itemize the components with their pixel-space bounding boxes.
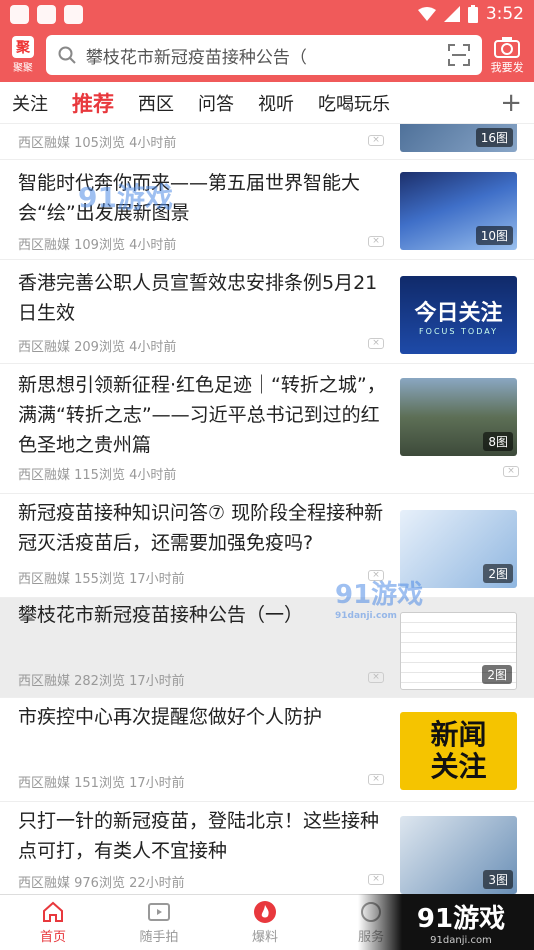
add-channel-icon[interactable]: +	[500, 88, 522, 118]
watermark: 91游戏 91danji.com	[335, 574, 423, 621]
tab-xiqu[interactable]: 西区	[138, 90, 174, 116]
corner-watermark-text: 91游戏	[416, 904, 506, 934]
item-meta: 西区融媒 115浏览 4小时前	[18, 468, 177, 483]
item-meta: 西区融媒 209浏览 4小时前	[18, 340, 177, 355]
wifi-icon	[417, 7, 436, 21]
item-thumbnail: 16图	[400, 124, 517, 152]
dismiss-icon[interactable]: ×	[368, 236, 384, 247]
item-thumbnail: 10图	[400, 172, 517, 250]
item-meta: 西区融媒 282浏览 17小时前	[18, 674, 185, 689]
nav-snapshot[interactable]: 随手拍	[106, 895, 212, 950]
tab-food-fun[interactable]: 吃喝玩乐	[318, 90, 390, 116]
dismiss-icon[interactable]: ×	[368, 672, 384, 683]
notification-icon	[64, 4, 83, 24]
image-count-badge: 16图	[475, 128, 513, 147]
status-bar: 3:52	[0, 0, 534, 28]
nav-home[interactable]: 首页	[0, 895, 106, 950]
item-thumbnail: 今日关注 FOCUS TODAY	[400, 276, 517, 354]
nav-home-label: 首页	[39, 930, 66, 945]
item-meta: 西区融媒 109浏览 4小时前	[18, 238, 177, 253]
nav-report[interactable]: 爆料	[212, 895, 318, 950]
notification-icons	[10, 4, 83, 24]
item-thumbnail: 3图	[400, 816, 517, 894]
image-count-badge: 3图	[483, 870, 513, 889]
item-meta: 西区融媒 151浏览 17小时前	[18, 776, 185, 791]
clock: 3:52	[485, 4, 524, 24]
item-title: 新思想引领新征程·红色足迹｜“转折之城”，满满“转折之志”——习近平总书记到过的…	[18, 374, 386, 456]
notification-icon	[10, 4, 29, 24]
dismiss-icon[interactable]: ×	[368, 874, 384, 885]
list-item[interactable]: 市疾控中心再次提醒您做好个人防护 西区融媒 151浏览 17小时前 × 新闻关注	[0, 698, 534, 802]
image-count-badge: 2图	[483, 564, 513, 583]
search-icon	[58, 46, 76, 64]
thumbnail-subtext: FOCUS TODAY	[419, 326, 498, 336]
tab-follow[interactable]: 关注	[12, 90, 48, 116]
watermark-url: 91danji.com	[335, 611, 397, 621]
video-icon	[148, 903, 170, 921]
post-button[interactable]: 我要发	[488, 36, 526, 75]
item-thumbnail: 新闻关注	[400, 712, 517, 790]
home-icon	[43, 901, 63, 922]
app-logo[interactable]: 聚 聚聚	[8, 36, 38, 74]
search-input[interactable]: 攀枝花市新冠疫苗接种公告（	[86, 43, 448, 68]
watermark: 91游戏	[78, 181, 173, 214]
logo-label: 聚聚	[12, 63, 33, 74]
item-meta: 西区融媒 976浏览 22小时前	[18, 876, 185, 891]
image-count-badge: 2图	[482, 665, 512, 684]
item-title: 攀枝花市新冠疫苗接种公告（一）	[18, 604, 304, 626]
app-header: 聚 聚聚 攀枝花市新冠疫苗接种公告（ 我要发	[0, 28, 534, 82]
camera-icon	[494, 36, 521, 58]
watermark-text: 91游戏	[335, 580, 424, 610]
tab-video[interactable]: 视听	[258, 90, 294, 116]
notification-icon	[37, 4, 56, 24]
nav-snapshot-label: 随手拍	[139, 930, 179, 945]
fire-icon	[254, 901, 276, 923]
list-item[interactable]: 新思想引领新征程·红色足迹｜“转折之城”，满满“转折之志”——习近平总书记到过的…	[0, 364, 534, 494]
item-title: 新冠疫苗接种知识问答⑦ 现阶段全程接种新冠灭活疫苗后，还需要加强免疫吗?	[18, 502, 384, 554]
item-title: 只打一针的新冠疫苗，登陆北京！这些接种点可打，有类人不宜接种	[18, 810, 380, 862]
thumbnail-text: 新闻关注	[430, 718, 487, 783]
item-meta: 西区融媒 155浏览 17小时前	[18, 572, 185, 587]
list-item[interactable]: 新冠疫苗接种知识问答⑦ 现阶段全程接种新冠灭活疫苗后，还需要加强免疫吗? 西区融…	[0, 494, 534, 598]
image-count-badge: 10图	[475, 226, 513, 245]
tab-recommend[interactable]: 推荐	[72, 88, 114, 118]
item-title: 香港完善公职人员宣誓效忠安排条例5月21日生效	[18, 272, 378, 324]
dismiss-icon[interactable]: ×	[503, 466, 519, 477]
post-label: 我要发	[490, 60, 524, 74]
corner-watermark: 91游戏 91danji.com	[358, 894, 534, 950]
dismiss-icon[interactable]: ×	[368, 135, 384, 146]
list-item[interactable]: 西区融媒 105浏览 4小时前 × 16图	[0, 124, 534, 160]
corner-watermark-url: 91danji.com	[430, 935, 492, 946]
item-title: 市疾控中心再次提醒您做好个人防护	[18, 706, 323, 728]
scan-icon[interactable]	[448, 44, 471, 66]
thumbnail-text: 今日关注	[414, 300, 503, 326]
dismiss-icon[interactable]: ×	[368, 774, 384, 785]
list-item[interactable]: 攀枝花市新冠疫苗接种公告（一） 西区融媒 282浏览 17小时前 × 2图	[0, 598, 534, 698]
news-feed: 西区融媒 105浏览 4小时前 × 16图 智能时代奔你而来——第五届世界智能大…	[0, 124, 534, 894]
signal-icon	[443, 6, 460, 22]
item-title: 智能时代奔你而来——第五届世界智能大会“绘”出发展新图景	[18, 172, 361, 224]
search-bar[interactable]: 攀枝花市新冠疫苗接种公告（	[45, 35, 483, 75]
tab-qa[interactable]: 问答	[198, 90, 234, 116]
channel-tabs: 关注 推荐 西区 问答 视听 吃喝玩乐 +	[0, 82, 534, 124]
image-count-badge: 8图	[483, 432, 513, 451]
item-thumbnail: 8图	[400, 378, 517, 456]
list-item[interactable]: 香港完善公职人员宣誓效忠安排条例5月21日生效 西区融媒 209浏览 4小时前 …	[0, 260, 534, 364]
list-item[interactable]: 只打一针的新冠疫苗，登陆北京！这些接种点可打，有类人不宜接种 西区融媒 976浏…	[0, 802, 534, 894]
item-thumbnail: 2图	[400, 612, 517, 690]
battery-icon	[467, 5, 478, 23]
dismiss-icon[interactable]: ×	[368, 338, 384, 349]
logo-icon: 聚	[11, 36, 34, 58]
item-meta: 西区融媒 105浏览 4小时前	[18, 136, 177, 151]
nav-report-label: 爆料	[251, 930, 278, 945]
